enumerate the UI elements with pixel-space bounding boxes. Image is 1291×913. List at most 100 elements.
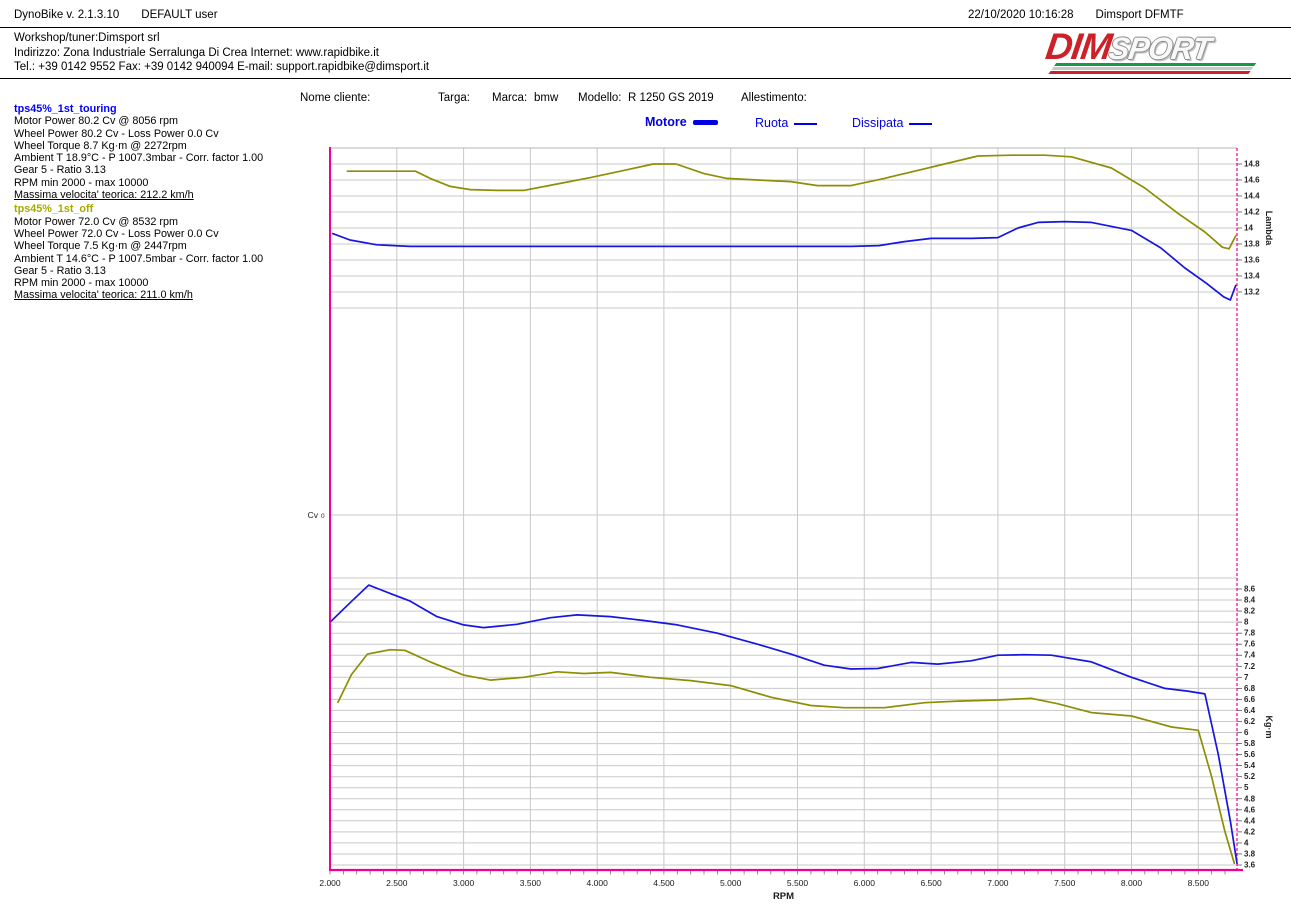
run-info-line: RPM min 2000 - max 10000 (14, 177, 263, 189)
torque-tick-label: 6.8 (1244, 684, 1256, 693)
run-max-speed: Massima velocita' teorica: 212.2 km/h (14, 189, 263, 201)
run-title: tps45%_1st_touring (14, 103, 263, 115)
x-axis: 2.000 2.500 3.000 3.500 4.000 4.500 5.000 5.500… (319, 871, 1225, 902)
legend-item-motore[interactable]: Motore (645, 115, 718, 129)
logo-stripes (1048, 63, 1256, 75)
x-tick-label: 3.500 (520, 878, 542, 888)
marca-label: Marca: (492, 92, 527, 104)
torque-tick-label: 5.8 (1244, 739, 1256, 748)
legend-label-motore: Motore (645, 115, 687, 129)
report-datetime: 22/10/2020 10:16:28 (968, 9, 1074, 21)
torque-tick-label: 6 (1244, 728, 1249, 737)
lambda-axis-title: Lambda (1264, 211, 1274, 247)
x-tick-label: 8.000 (1121, 878, 1143, 888)
lambda-axis: 14.814.614.414.21413.813.613.413.2Lambda (1237, 160, 1274, 297)
run-info-line: Wheel Torque 8.7 Kg·m @ 2272rpm (14, 140, 263, 152)
run-block: tps45%_1st_touringMotor Power 80.2 Cv @ … (14, 103, 263, 201)
lambda-tick-label: 14.4 (1244, 192, 1260, 201)
torque-tick-label: 8.6 (1244, 585, 1256, 594)
nome-cliente-label: Nome cliente: (300, 92, 370, 104)
torque-tick-label: 4.4 (1244, 816, 1256, 825)
modello-label: Modello: (578, 92, 621, 104)
run-info-line: Motor Power 72.0 Cv @ 8532 rpm (14, 216, 263, 228)
workshop-address: Indirizzo: Zona Industriale Serralunga D… (14, 46, 429, 61)
x-axis-title: RPM (773, 891, 794, 902)
torque-tick-label: 4.2 (1244, 827, 1256, 836)
x-tick-label: 4.000 (587, 878, 609, 888)
allestimento-label: Allestimento: (741, 92, 807, 104)
run-info-line: Motor Power 80.2 Cv @ 8056 rpm (14, 115, 263, 127)
app-header: DynoBike v. 2.1.3.10DEFAULT user (14, 9, 218, 21)
lambda-tick-label: 14.8 (1244, 160, 1260, 169)
torque-tick-label: 5.6 (1244, 750, 1256, 759)
report-meta: 22/10/2020 10:16:28 Dimsport DFMTF (968, 9, 1184, 21)
x-tick-label: 2.500 (386, 878, 408, 888)
x-tick-label: 3.000 (453, 878, 475, 888)
run-info-line: Wheel Torque 7.5 Kg·m @ 2447rpm (14, 240, 263, 252)
torque-tick-label: 6.6 (1244, 695, 1256, 704)
logo-text-dim: DIM (1044, 30, 1114, 64)
run-info-panel: tps45%_1st_touringMotor Power 80.2 Cv @ … (14, 103, 263, 304)
marca-value: bmw (534, 92, 558, 104)
torque-tick-label: 7.4 (1244, 651, 1256, 660)
plot-area[interactable] (330, 148, 1237, 870)
run-block: tps45%_1st_offMotor Power 72.0 Cv @ 8532… (14, 203, 263, 301)
workshop-info: Workshop/tuner:Dimsport srl Indirizzo: Z… (14, 31, 429, 75)
motore-line-swatch (693, 120, 718, 125)
torque-tick-label: 4 (1244, 838, 1249, 847)
x-tick-label: 8.500 (1188, 878, 1210, 888)
app-title: DynoBike v. 2.1.3.10 (14, 9, 119, 21)
targa-label: Targa: (438, 92, 470, 104)
legend-item-ruota[interactable]: Ruota (755, 116, 817, 130)
run-info-line: Wheel Power 72.0 Cv - Loss Power 0.0 Cv (14, 228, 263, 240)
workshop-name: Workshop/tuner:Dimsport srl (14, 31, 429, 46)
torque-tick-label: 6.2 (1244, 717, 1256, 726)
lambda-tick-label: 13.6 (1244, 256, 1260, 265)
cv-axis-title: Cv (308, 510, 319, 520)
dissipata-line-swatch (909, 123, 932, 125)
torque-tick-label: 4.8 (1244, 794, 1256, 803)
logo-text-sport: SPORT (1106, 32, 1212, 66)
torque-tick-label: 7.8 (1244, 629, 1256, 638)
run-info-line: RPM min 2000 - max 10000 (14, 277, 263, 289)
lambda-tick-label: 14.6 (1244, 176, 1260, 185)
x-tick-label: 5.000 (720, 878, 742, 888)
torque-tick-label: 7 (1244, 673, 1249, 682)
run-info-line: Ambient T 14.6°C - P 1007.5mbar - Corr. … (14, 253, 263, 265)
lambda-tick-label: 13.4 (1244, 272, 1260, 281)
run-max-speed: Massima velocita' teorica: 211.0 km/h (14, 289, 263, 301)
lambda-tick-label: 13.2 (1244, 288, 1260, 297)
torque-tick-label: 8.4 (1244, 596, 1256, 605)
torque-tick-label: 3.6 (1244, 861, 1256, 870)
header-divider-bottom (0, 78, 1291, 79)
x-tick-label: 2.000 (319, 878, 341, 888)
torque-tick-label: 5 (1244, 783, 1249, 792)
x-tick-label: 7.500 (1054, 878, 1076, 888)
run-info-line: Wheel Power 80.2 Cv - Loss Power 0.0 Cv (14, 128, 263, 140)
dimsport-logo: DIMSPORT (1046, 30, 1258, 74)
x-tick-label: 7.000 (987, 878, 1009, 888)
x-tick-label: 6.500 (920, 878, 942, 888)
x-tick-label: 6.000 (854, 878, 876, 888)
ruota-line-swatch (794, 123, 817, 125)
operator-name: Dimsport DFMTF (1096, 9, 1184, 21)
x-tick-label: 5.500 (787, 878, 809, 888)
legend-item-dissipata[interactable]: Dissipata (852, 116, 932, 130)
torque-tick-label: 6.4 (1244, 706, 1256, 715)
x-tick-label: 4.500 (653, 878, 675, 888)
torque-tick-label: 5.4 (1244, 761, 1256, 770)
torque-tick-label: 4.6 (1244, 805, 1256, 814)
legend-label-ruota: Ruota (755, 116, 788, 130)
run-title: tps45%_1st_off (14, 203, 263, 215)
run-info-line: Gear 5 - Ratio 3.13 (14, 164, 263, 176)
torque-tick-label: 8.2 (1244, 607, 1256, 616)
run-info-line: Gear 5 - Ratio 3.13 (14, 265, 263, 277)
workshop-contacts: Tel.: +39 0142 9552 Fax: +39 0142 940094… (14, 60, 429, 75)
torque-tick-label: 5.2 (1244, 772, 1256, 781)
torque-tick-label: 3.8 (1244, 849, 1256, 858)
legend-label-dissipata: Dissipata (852, 116, 903, 130)
cv-zero-label: 0 (321, 513, 325, 520)
modello-value: R 1250 GS 2019 (628, 92, 714, 104)
lambda-tick-label: 14.2 (1244, 208, 1260, 217)
run-info-line: Ambient T 18.9°C - P 1007.3mbar - Corr. … (14, 152, 263, 164)
